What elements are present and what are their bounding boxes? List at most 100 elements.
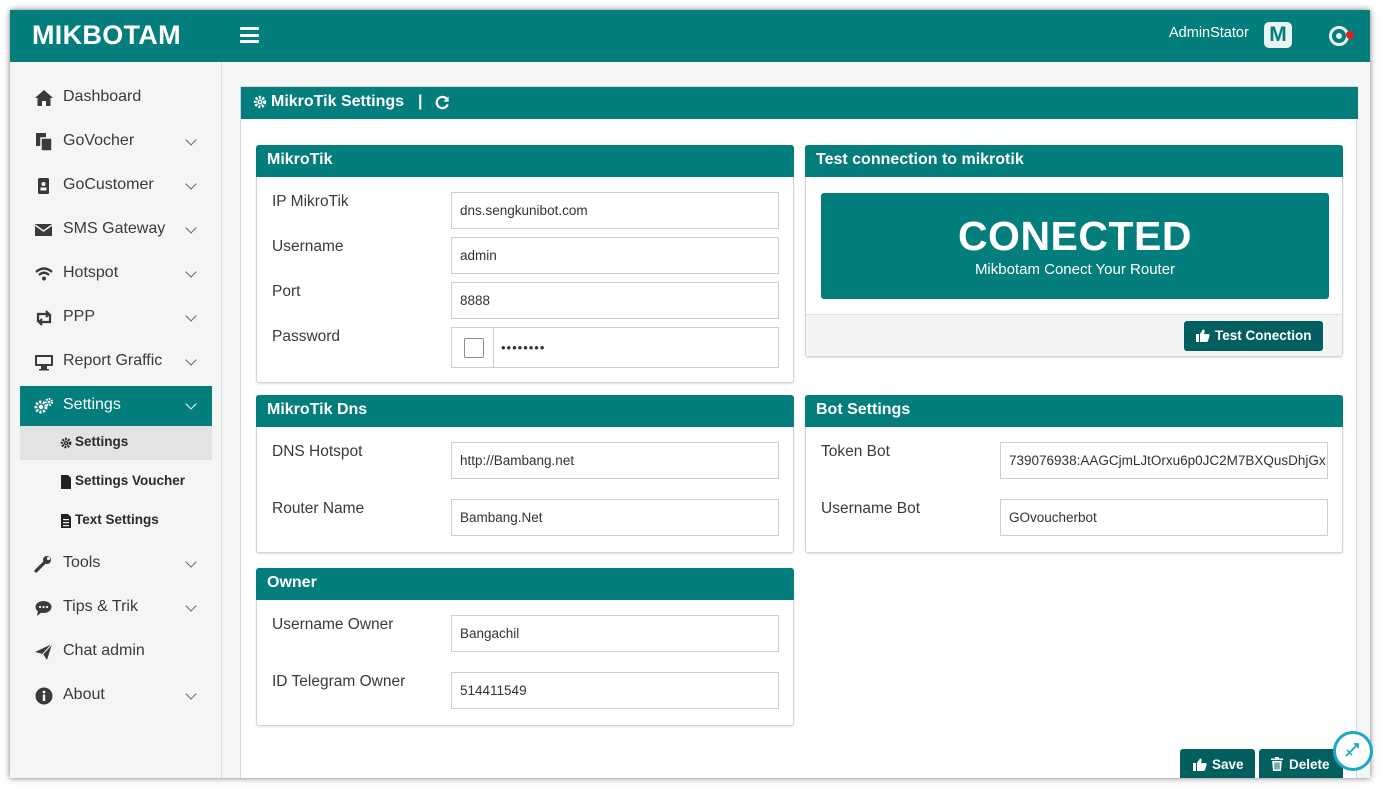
connection-subtitle: Mikbotam Conect Your Router: [974, 261, 1176, 278]
gear-icon: [253, 95, 267, 109]
home-icon: [35, 90, 53, 106]
notification-dot: [1346, 31, 1354, 39]
password-input[interactable]: ••••••••: [501, 330, 545, 365]
sidebar-item-label: Report Graffic: [63, 352, 163, 369]
sidebar-item-dashboard[interactable]: Dashboard: [20, 78, 212, 118]
retweet-icon: [36, 310, 52, 326]
test-connection-button[interactable]: Test Conection: [1184, 321, 1323, 351]
file-icon: [61, 475, 71, 489]
sidebar-item-about[interactable]: About: [20, 676, 212, 716]
menu-toggle-icon[interactable]: [240, 27, 259, 43]
port-input[interactable]: 8888: [451, 282, 779, 319]
title-separator: |: [418, 93, 423, 110]
brand-logo[interactable]: MIKBOTAM: [32, 20, 181, 51]
chat-widget-icon[interactable]: [1333, 731, 1373, 771]
card-title: MikroTik Dns: [256, 395, 794, 427]
info-circle-icon: [35, 687, 53, 705]
password-group: ••••••••: [451, 327, 779, 368]
button-label: Save: [1212, 757, 1244, 772]
chevron-down-icon: [185, 222, 197, 234]
sidebar-item-label: PPP: [63, 308, 96, 325]
subnav-label: Settings: [75, 434, 129, 449]
chevron-down-icon: [185, 398, 197, 410]
wrench-icon: [34, 556, 51, 573]
card-title: Bot Settings: [805, 395, 1343, 427]
page-title: MikroTik Settings: [271, 93, 405, 110]
chevron-down-icon: [185, 310, 197, 322]
ip-mikrotik-label: IP MikroTik: [272, 193, 349, 210]
router-name-label: Router Name: [272, 500, 365, 517]
sidebar-item-tools[interactable]: Tools: [20, 544, 212, 584]
paper-plane-icon: [35, 643, 53, 660]
sidebar-item-ppp[interactable]: PPP: [20, 298, 212, 338]
chevron-down-icon: [185, 354, 197, 366]
button-label: Test Conection: [1215, 328, 1312, 343]
thumbs-up-icon: [1196, 329, 1210, 342]
card-title: Owner: [256, 568, 794, 600]
ip-mikrotik-input[interactable]: dns.sengkunibot.com: [451, 192, 779, 229]
subnav-settings-voucher[interactable]: Settings Voucher: [20, 465, 212, 499]
button-label: Delete: [1289, 757, 1330, 772]
comment-icon: [35, 601, 52, 616]
show-password-addon: [452, 328, 494, 367]
connection-status-banner: CONECTED Mikbotam Conect Your Router: [821, 193, 1329, 299]
chevron-down-icon: [185, 134, 197, 146]
chevron-down-icon: [185, 600, 197, 612]
card-footer: Test Conection: [806, 314, 1342, 356]
dns-hotspot-input[interactable]: http://Bambang.net: [451, 442, 779, 479]
sidebar-item-hotspot[interactable]: Hotspot: [20, 254, 212, 294]
trash-icon: [1271, 757, 1283, 771]
chevron-down-icon: [185, 688, 197, 700]
wifi-icon: [35, 267, 53, 281]
dns-hotspot-label: DNS Hotspot: [272, 443, 363, 460]
app-window: MIKBOTAM AdminStator M Dashboard GoVoche…: [10, 10, 1370, 778]
password-label: Password: [272, 328, 341, 345]
sidebar-item-chat-admin[interactable]: Chat admin: [20, 632, 212, 672]
user-name[interactable]: AdminStator: [1169, 25, 1249, 41]
bot-settings-card: Bot Settings Token Bot 739076938:AAGCjmL…: [805, 395, 1343, 553]
copy-icon: [36, 133, 53, 151]
card-title: MikroTik: [256, 145, 794, 177]
username-bot-label: Username Bot: [821, 500, 921, 517]
sidebar-item-label: Settings: [63, 396, 121, 413]
file-text-icon: [61, 514, 71, 528]
save-button[interactable]: Save: [1180, 749, 1255, 778]
sidebar-item-gocustomer[interactable]: GoCustomer: [20, 166, 212, 206]
sidebar-item-tips-trik[interactable]: Tips & Trik: [20, 588, 212, 628]
router-name-input[interactable]: Bambang.Net: [451, 499, 779, 536]
sidebar-item-label: Dashboard: [63, 88, 142, 105]
username-owner-label: Username Owner: [272, 616, 394, 633]
sidebar-item-label: GoVocher: [63, 132, 135, 149]
gears-icon: [34, 397, 54, 414]
subnav-label: Settings Voucher: [75, 473, 186, 488]
token-bot-input[interactable]: 739076938:AAGCjmLJtOrxu6p0JC2M7BXQusDhjG…: [1000, 442, 1328, 479]
panel-header: MikroTik Settings |: [241, 87, 1358, 119]
sidebar-item-sms-gateway[interactable]: SMS Gateway: [20, 210, 212, 250]
telegram-owner-label: ID Telegram Owner: [272, 673, 406, 690]
username-input[interactable]: admin: [451, 237, 779, 274]
settings-panel: MikroTik Settings | MikroTik IP MikroTik…: [240, 86, 1358, 778]
port-label: Port: [272, 283, 301, 300]
sidebar-item-label: About: [63, 686, 105, 703]
telegram-owner-input[interactable]: 514411549: [451, 672, 779, 709]
mikrotik-dns-card: MikroTik Dns DNS Hotspot http://Bambang.…: [256, 395, 794, 553]
card-title: Test connection to mikrotik: [805, 145, 1343, 177]
username-bot-input[interactable]: GOvoucherbot: [1000, 499, 1328, 536]
chevron-down-icon: [185, 556, 197, 568]
gear-icon: [60, 437, 72, 449]
sidebar-item-report-graffic[interactable]: Report Graffic: [20, 342, 212, 382]
sidebar-item-label: Tools: [63, 554, 101, 571]
sidebar-item-label: Tips & Trik: [63, 598, 138, 615]
user-avatar[interactable]: M: [1264, 22, 1292, 48]
delete-button[interactable]: Delete: [1259, 749, 1343, 778]
sidebar-item-settings[interactable]: Settings: [20, 386, 212, 426]
show-password-checkbox[interactable]: [464, 338, 484, 358]
subnav-settings[interactable]: Settings: [20, 426, 212, 460]
owner-card: Owner Username Owner Bangachil ID Telegr…: [256, 568, 794, 726]
subnav-text-settings[interactable]: Text Settings: [20, 504, 212, 538]
sidebar-item-govocher[interactable]: GoVocher: [20, 122, 212, 162]
envelope-icon: [34, 224, 53, 236]
refresh-icon[interactable]: [435, 95, 450, 110]
username-owner-input[interactable]: Bangachil: [451, 615, 779, 652]
test-connection-card: Test connection to mikrotik CONECTED Mik…: [805, 145, 1343, 357]
